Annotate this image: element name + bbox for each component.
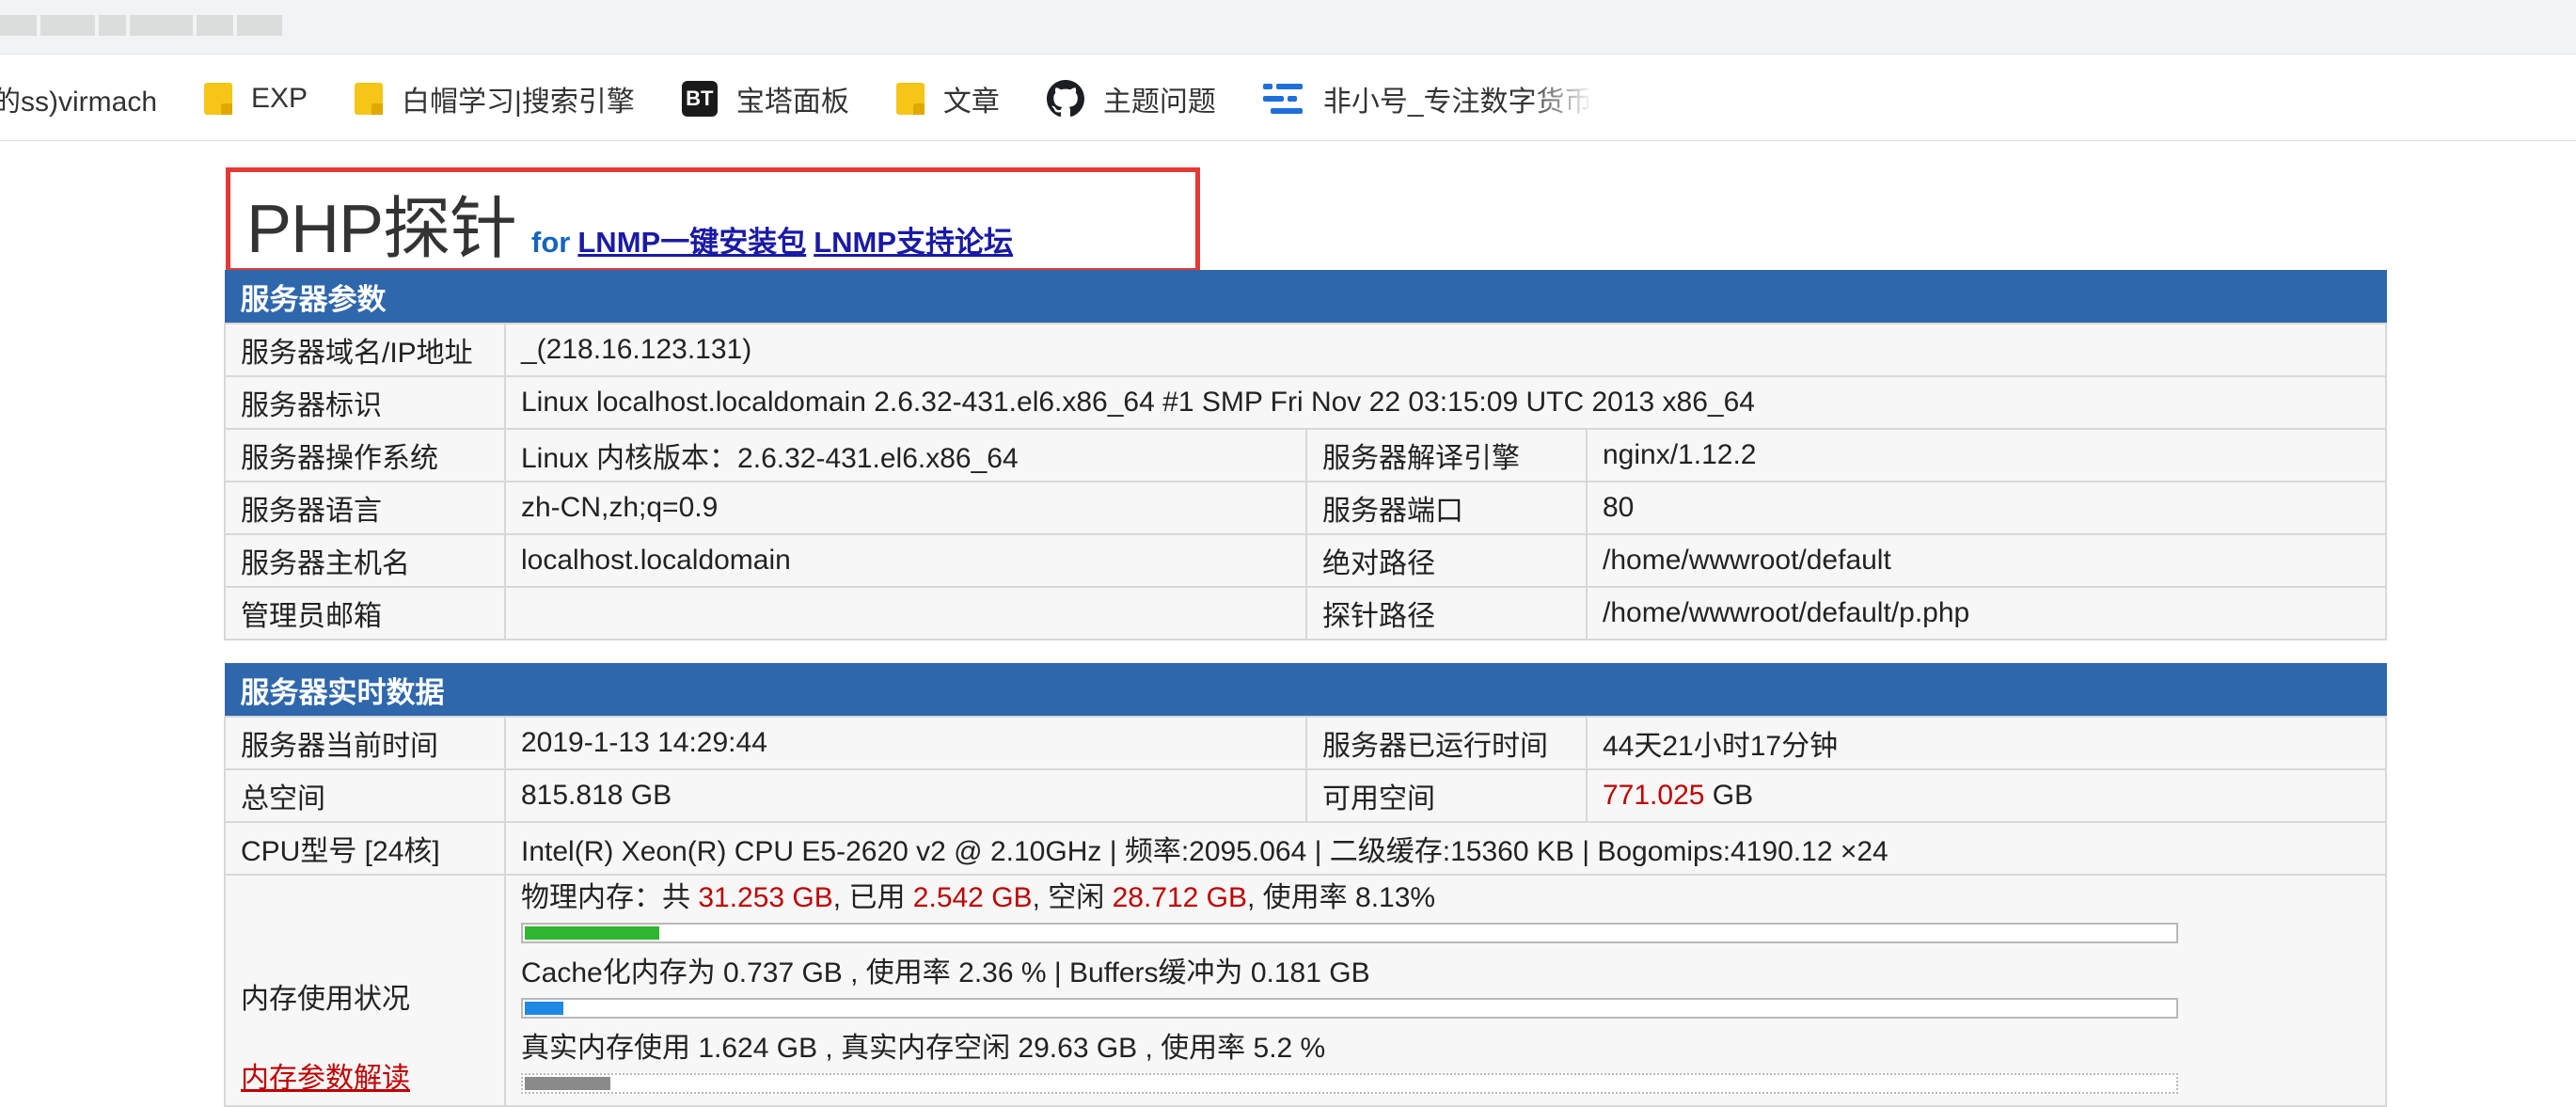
table-row: 总空间 815.818 GB 可用空间 771.025 GB: [224, 767, 2387, 823]
mem-text: , 已用: [832, 881, 906, 913]
table-row: 服务器操作系统 Linux 内核版本：2.6.32-431.el6.x86_64…: [224, 427, 2387, 482]
bookmark-label: EXP: [251, 82, 308, 114]
title-sub: for LNMP一键安装包 LNMP支持论坛: [531, 218, 1013, 261]
table-row: 服务器当前时间 2019-1-13 14:29:44 服务器已运行时间 44天2…: [224, 715, 2387, 770]
cache-memory-bar: [521, 997, 2178, 1019]
row-value: Linux localhost.localdomain 2.6.32-431.e…: [504, 374, 2387, 430]
table-row: 内存使用状况 内存参数解读 物理内存：共 31.253 GB, 已用 2.542…: [224, 873, 2387, 1107]
bt-icon: BT: [681, 80, 718, 117]
row-label: CPU型号 [24核]: [224, 820, 506, 876]
table-row: 服务器主机名 localhost.localdomain 绝对路径 /home/…: [224, 532, 2387, 588]
bookmark-theme-issues[interactable]: 主题问题: [1046, 78, 1216, 119]
physical-memory-line: 物理内存：共 31.253 GB, 已用 2.542 GB, 空闲 28.712…: [521, 879, 2385, 917]
mem-text: , 空闲: [1032, 881, 1105, 913]
row-value: /home/wwwroot/default: [1586, 532, 2387, 588]
section-header: 服务器实时数据: [224, 663, 2387, 717]
bookmark-label: 非小号_专注数字货币: [1322, 86, 1593, 118]
bookmark-articles[interactable]: 文章: [895, 78, 1000, 119]
memory-status: 物理内存：共 31.253 GB, 已用 2.542 GB, 空闲 28.712…: [504, 873, 2387, 1107]
row-label: 可用空间: [1305, 767, 1588, 823]
row-value: nginx/1.12.2: [1586, 427, 2387, 482]
physical-memory-bar: [521, 922, 2178, 943]
row-value: 44天21小时17分钟: [1586, 715, 2387, 770]
bookmark-exp[interactable]: EXP: [204, 82, 308, 115]
row-label: 服务器当前时间: [224, 715, 506, 770]
row-value: Intel(R) Xeon(R) CPU E5-2620 v2 @ 2.10GH…: [504, 820, 2387, 876]
bookmark-label: 文章: [942, 86, 1000, 118]
row-value: zh-CN,zh;q=0.9: [504, 480, 1307, 535]
mem-text: , 使用率 8.13%: [1247, 881, 1436, 913]
row-label: 服务器标识: [224, 374, 506, 430]
github-icon: [1046, 79, 1084, 117]
page-title: PHP探针 for LNMP一键安装包 LNMP支持论坛: [246, 173, 1013, 272]
row-label: 管理员邮箱: [224, 585, 506, 640]
bookmark-virmach[interactable]: 的ss)virmach: [0, 78, 157, 119]
bookmark-label: 白帽学习|搜索引擎: [402, 86, 635, 118]
bar-fill: [525, 925, 659, 940]
server-params-table: 服务器参数 服务器域名/IP地址 _(218.16.123.131) 服务器标识…: [224, 270, 2387, 640]
row-value: /home/wwwroot/default/p.php: [1586, 585, 2387, 640]
mem-text: 物理内存：共: [521, 881, 690, 913]
row-value: 771.025 GB: [1586, 767, 2387, 823]
bar-fill: [525, 1076, 610, 1090]
browser-tab-strip: [0, 0, 2576, 55]
row-label: 服务器域名/IP地址: [224, 322, 506, 377]
row-value: 815.818 GB: [504, 767, 1307, 823]
bookmark-baota[interactable]: BT 宝塔面板: [681, 78, 849, 119]
title-main: PHP探针: [246, 192, 517, 267]
row-label: 服务器主机名: [224, 532, 506, 588]
mem-used: 2.542 GB: [912, 881, 1033, 913]
memory-label-cell: 内存使用状况 内存参数解读: [224, 873, 506, 1107]
real-memory-bar: [521, 1072, 2178, 1094]
bookmark-whitehat[interactable]: 白帽学习|搜索引擎: [355, 78, 635, 119]
bookmark-label: 的ss)virmach: [0, 86, 158, 118]
table-row: 管理员邮箱 探针路径 /home/wwwroot/default/p.php: [224, 585, 2387, 640]
table-row: 服务器域名/IP地址 _(218.16.123.131): [224, 322, 2387, 377]
real-memory-line: 真实内存使用 1.624 GB , 真实内存空闲 29.63 GB , 使用率 …: [521, 1032, 1326, 1064]
row-value: localhost.localdomain: [504, 532, 1307, 588]
row-value: _(218.16.123.131): [504, 322, 2387, 377]
blurred-tab-area: [0, 15, 283, 40]
row-value: Linux 内核版本：2.6.32-431.el6.x86_64: [504, 427, 1307, 482]
row-label: 探针路径: [1305, 585, 1588, 640]
free-space-value: 771.025: [1603, 779, 1705, 811]
table-row: 服务器标识 Linux localhost.localdomain 2.6.32…: [224, 374, 2387, 430]
feixiaohao-icon: [1262, 83, 1303, 114]
folder-icon: [204, 82, 233, 115]
section-header: 服务器参数: [224, 270, 2387, 324]
bookmark-label: 宝塔面板: [735, 86, 849, 118]
lnmp-install-link[interactable]: LNMP一键安装包: [577, 226, 806, 259]
memory-params-link[interactable]: 内存参数解读: [241, 1054, 504, 1096]
bookmarks-bar: 的ss)virmach EXP 白帽学习|搜索引擎 BT 宝塔面板 文章 主题问…: [0, 56, 2576, 141]
row-label: 内存使用状况: [241, 983, 410, 1015]
bar-fill: [525, 1001, 563, 1015]
table-row: 服务器语言 zh-CN,zh;q=0.9 服务器端口 80: [224, 480, 2387, 535]
bookmark-feixiaohao[interactable]: 非小号_专注数字货币: [1262, 78, 1593, 119]
for-text: for: [531, 226, 571, 259]
table-row: CPU型号 [24核] Intel(R) Xeon(R) CPU E5-2620…: [224, 820, 2387, 876]
row-label: 服务器端口: [1305, 480, 1588, 535]
folder-icon: [355, 82, 384, 115]
realtime-table: 服务器实时数据 服务器当前时间 2019-1-13 14:29:44 服务器已运…: [224, 663, 2387, 1107]
row-label: 服务器操作系统: [224, 427, 506, 482]
row-value: 80: [1586, 480, 2387, 535]
free-space-unit: GB: [1712, 779, 1754, 811]
row-value: [504, 585, 1307, 640]
folder-icon: [895, 82, 925, 115]
cache-memory-line: Cache化内存为 0.737 GB , 使用率 2.36 % | Buffer…: [521, 957, 1370, 988]
row-value: 2019-1-13 14:29:44: [504, 715, 1307, 770]
bookmark-label: 主题问题: [1102, 86, 1216, 118]
mem-total: 31.253 GB: [698, 881, 833, 913]
row-label: 服务器已运行时间: [1305, 715, 1588, 770]
lnmp-forum-link[interactable]: LNMP支持论坛: [814, 226, 1013, 259]
row-label: 绝对路径: [1305, 532, 1588, 588]
row-label: 总空间: [224, 767, 506, 823]
mem-free: 28.712 GB: [1112, 881, 1248, 913]
row-label: 服务器语言: [224, 480, 506, 535]
row-label: 服务器解译引擎: [1305, 427, 1588, 482]
